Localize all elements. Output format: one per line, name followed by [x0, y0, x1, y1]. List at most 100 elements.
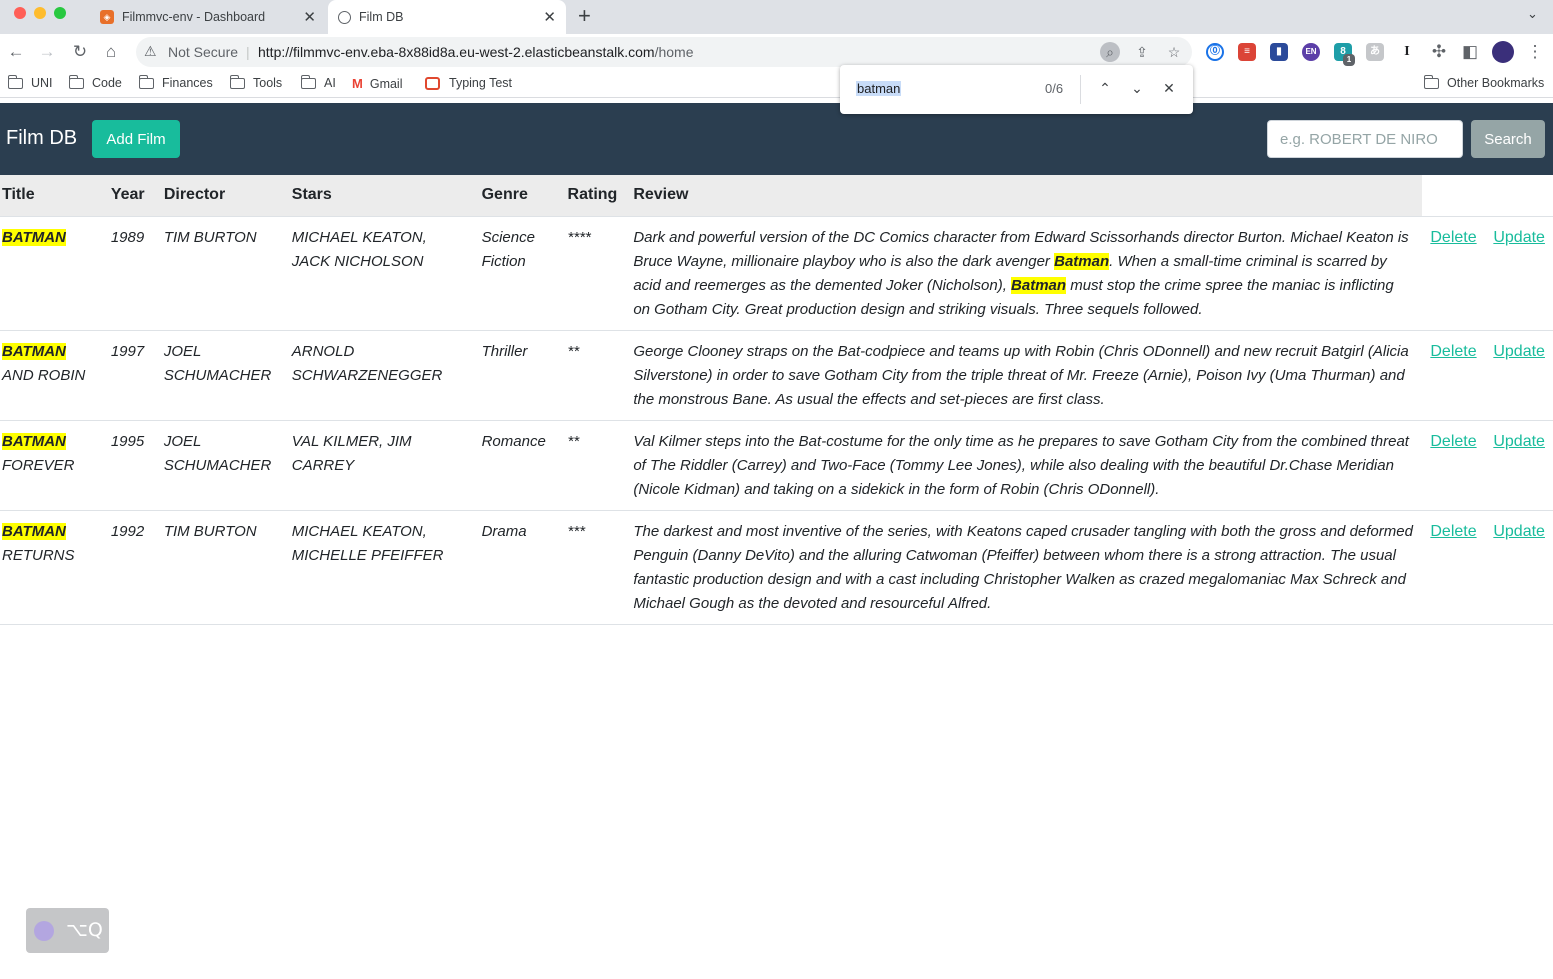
minimize-window-button[interactable] [34, 7, 46, 19]
divider: | [246, 44, 250, 60]
cell-review: Val Kilmer steps into the Bat-costume fo… [625, 419, 1423, 510]
tab-title: Film DB [359, 10, 404, 24]
review-text: The darkest and most inventive of the se… [633, 522, 1413, 612]
cell-year: 1989 [102, 215, 156, 330]
browser-toolbar: ← → ↻ ⌂ ⚠ Not Secure | http://filmmvc-en… [0, 34, 1553, 70]
bookmark-other[interactable]: Other Bookmarks [1423, 74, 1544, 90]
tab-strip: ◈ Filmmvc-env - Dashboard ✕ Film DB ✕ + … [0, 0, 1553, 34]
tab-dashboard[interactable]: ◈ Filmmvc-env - Dashboard ✕ [92, 0, 326, 34]
cell-genre: Thriller [473, 329, 560, 420]
bookmark-typing-test[interactable]: Typing Test [425, 76, 512, 90]
zoom-window-button[interactable] [54, 7, 66, 19]
address-bar[interactable]: ⚠ Not Secure | http://filmmvc-env.eba-8x… [136, 37, 1192, 67]
search-button[interactable]: Search [1471, 120, 1545, 158]
find-input[interactable]: batman [856, 81, 902, 96]
title-rest: RETURNS [2, 546, 75, 564]
director-value: TIM BURTON [163, 228, 257, 246]
year-value: 1995 [110, 432, 145, 450]
star-icon[interactable]: ☆ [1164, 42, 1184, 62]
cell-delete: Delete [1422, 215, 1486, 330]
floating-widget[interactable]: ⌥Q [26, 908, 109, 953]
bookmark-ai[interactable]: AI [300, 74, 336, 90]
table-row: BATMAN 1989 TIM BURTON MICHAEL KEATON, JACK… [0, 215, 1553, 330]
folder-icon [68, 74, 84, 89]
sidepanel-icon[interactable]: ◧ [1459, 41, 1481, 63]
director-value: JOEL SCHUMACHER [163, 432, 272, 474]
director-value: TIM BURTON [163, 522, 257, 540]
search-input[interactable] [1267, 120, 1463, 158]
close-window-button[interactable] [14, 7, 26, 19]
cell-stars: MICHAEL KEATON, JACK NICHOLSON [283, 215, 474, 330]
reload-icon[interactable]: ↻ [69, 41, 91, 63]
password-manager-icon[interactable]: ⓪ [1206, 43, 1224, 61]
todoist-icon[interactable]: ≡ [1238, 43, 1256, 61]
delete-link[interactable]: Delete [1430, 229, 1476, 246]
table-header-row: Title Year Director Stars Genre Rating R… [0, 175, 1553, 216]
instapaper-icon[interactable]: I [1398, 43, 1416, 61]
avatar[interactable] [1492, 41, 1514, 63]
back-icon[interactable]: ← [5, 41, 27, 63]
update-link[interactable]: Update [1493, 343, 1545, 360]
translate-icon[interactable]: あ [1366, 43, 1384, 61]
home-icon[interactable]: ⌂ [100, 41, 122, 63]
chevron-down-icon[interactable]: ⌄ [1527, 6, 1538, 22]
close-icon[interactable]: ✕ [303, 8, 316, 26]
url-text[interactable]: http://filmmvc-env.eba-8x88id8a.eu-west-… [258, 44, 694, 60]
cell-rating: **** [559, 215, 626, 330]
delete-link[interactable]: Delete [1430, 343, 1476, 360]
bookmark-gmail[interactable]: M Gmail [352, 76, 403, 91]
stars-value: MICHAEL KEATON, MICHELLE PFEIFFER [291, 522, 444, 564]
new-tab-button[interactable]: + [578, 4, 591, 28]
bookmark-uni[interactable]: UNI [7, 74, 53, 90]
cell-year: 1995 [102, 419, 156, 510]
cell-director: TIM BURTON [155, 509, 284, 625]
close-icon[interactable]: ✕ [1158, 77, 1180, 99]
tab-title: Filmmvc-env - Dashboard [122, 10, 266, 24]
shortcut-label: ⌥Q [66, 919, 103, 941]
forward-icon[interactable]: → [36, 41, 58, 63]
warning-icon[interactable]: ⚠ [144, 43, 157, 60]
year-value: 1989 [110, 228, 145, 246]
update-link[interactable]: Update [1493, 433, 1545, 450]
chevron-up-icon[interactable]: ⌃ [1094, 77, 1116, 99]
cell-delete: Delete [1422, 329, 1486, 420]
title-highlight: BATMAN [2, 432, 66, 450]
divider [1080, 75, 1081, 104]
header-director: Director [155, 175, 284, 216]
language-icon[interactable]: EN [1302, 43, 1320, 61]
genre-value: Science Fiction [481, 228, 535, 270]
rating-value: **** [567, 228, 591, 246]
header-rating: Rating [559, 175, 626, 216]
security-label[interactable]: Not Secure [168, 44, 238, 60]
cell-delete: Delete [1422, 509, 1486, 625]
delete-link[interactable]: Delete [1430, 433, 1476, 450]
cell-title: BATMAN FOREVER [0, 419, 103, 510]
brand-link[interactable]: Film DB [6, 127, 77, 150]
bookmark-code[interactable]: Code [68, 74, 122, 90]
review-text: Val Kilmer steps into the Bat-costume fo… [633, 432, 1409, 498]
bookmark-label: Finances [162, 76, 213, 90]
close-icon[interactable]: ✕ [543, 8, 556, 26]
book-icon[interactable]: ▮ [1270, 43, 1288, 61]
cell-director: JOEL SCHUMACHER [155, 419, 284, 510]
share-icon[interactable]: ⇪ [1132, 42, 1152, 62]
bookmark-finances[interactable]: Finances [138, 74, 213, 90]
tab-film-db[interactable]: Film DB ✕ [328, 0, 566, 34]
update-link[interactable]: Update [1493, 229, 1545, 246]
table-row: BATMAN FOREVER 1995 JOEL SCHUMACHER VAL KIL… [0, 419, 1553, 510]
chevron-down-icon[interactable]: ⌄ [1126, 77, 1148, 99]
delete-link[interactable]: Delete [1430, 523, 1476, 540]
extension-badge-count: 1 [1343, 54, 1355, 66]
update-link[interactable]: Update [1493, 523, 1545, 540]
lens-icon[interactable]: ⌕ [1100, 42, 1120, 62]
globe-icon [338, 10, 351, 24]
rating-value: *** [567, 522, 586, 540]
rating-value: ** [567, 432, 580, 450]
menu-icon[interactable]: ⋮ [1524, 41, 1546, 63]
add-film-button[interactable]: Add Film [92, 120, 180, 158]
cell-title: BATMAN AND ROBIN [0, 329, 103, 420]
genre-value: Thriller [481, 342, 528, 360]
cell-update: Update [1485, 419, 1553, 510]
bookmark-tools[interactable]: Tools [229, 74, 282, 90]
puzzle-icon[interactable]: ✣ [1428, 41, 1450, 63]
